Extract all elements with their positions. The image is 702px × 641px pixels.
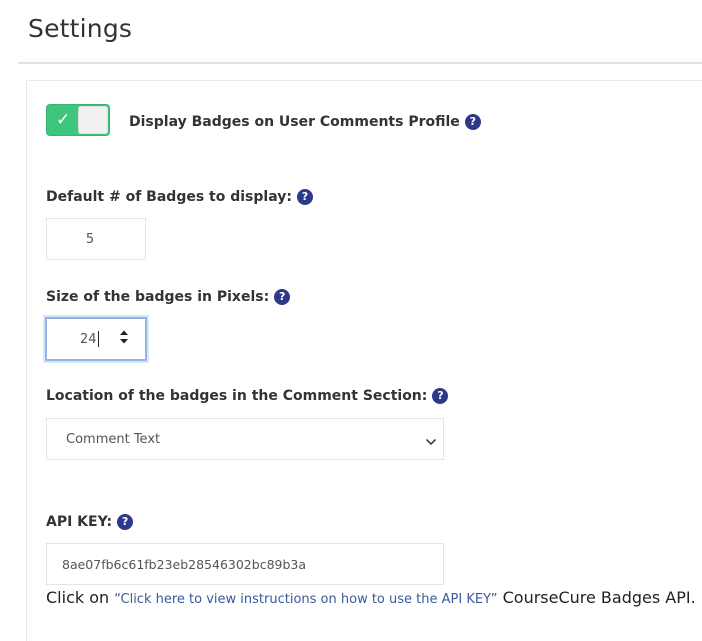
question-circle-icon[interactable]: ? <box>117 514 134 530</box>
default-badges-label-text: Default # of Badges to display: <box>46 189 292 205</box>
badge-size-label: Size of the badges in Pixels: ? <box>46 289 291 305</box>
text-caret <box>97 331 99 347</box>
badge-location-selected: Comment Text <box>66 431 161 447</box>
display-badges-label: Display Badges on User Comments Profile … <box>129 114 481 130</box>
default-badges-input[interactable]: 5 <box>46 218 146 260</box>
display-badges-label-text: Display Badges on User Comments Profile <box>129 114 460 130</box>
chevron-down-icon <box>425 435 437 450</box>
question-circle-icon[interactable]: ? <box>296 189 313 205</box>
api-instructions-line: Click on “Click here to view instruction… <box>46 588 696 607</box>
instructions-suffix: CourseCure Badges API. <box>497 588 696 607</box>
badge-size-value: 24 <box>80 331 97 347</box>
question-circle-icon[interactable]: ? <box>464 114 481 130</box>
question-circle-icon[interactable]: ? <box>274 289 291 305</box>
badge-size-input[interactable]: 24 <box>45 317 147 361</box>
spinner-arrows-icon[interactable] <box>119 329 129 345</box>
default-badges-label: Default # of Badges to display: ? <box>46 189 313 205</box>
api-key-label: API KEY: ? <box>46 514 134 530</box>
badge-location-label-text: Location of the badges in the Comment Se… <box>46 388 428 404</box>
badge-location-label: Location of the badges in the Comment Se… <box>46 388 449 404</box>
api-key-value: 8ae07fb6c61fb23eb28546302bc89b3a <box>62 556 307 572</box>
display-badges-toggle[interactable]: ✓ <box>46 104 110 136</box>
toggle-knob <box>78 106 108 134</box>
instructions-prefix: Click on <box>46 588 115 607</box>
page-title: Settings <box>28 14 133 43</box>
check-icon: ✓ <box>56 110 71 130</box>
badge-location-select[interactable]: Comment Text <box>46 418 444 460</box>
api-key-label-text: API KEY: <box>46 514 113 530</box>
default-badges-value: 5 <box>85 231 95 247</box>
api-instructions-link[interactable]: “Click here to view instructions on how … <box>114 592 497 607</box>
title-divider <box>18 62 702 64</box>
question-circle-icon[interactable]: ? <box>432 388 449 404</box>
badge-size-label-text: Size of the badges in Pixels: <box>46 289 270 305</box>
api-key-input[interactable]: 8ae07fb6c61fb23eb28546302bc89b3a <box>46 543 444 585</box>
